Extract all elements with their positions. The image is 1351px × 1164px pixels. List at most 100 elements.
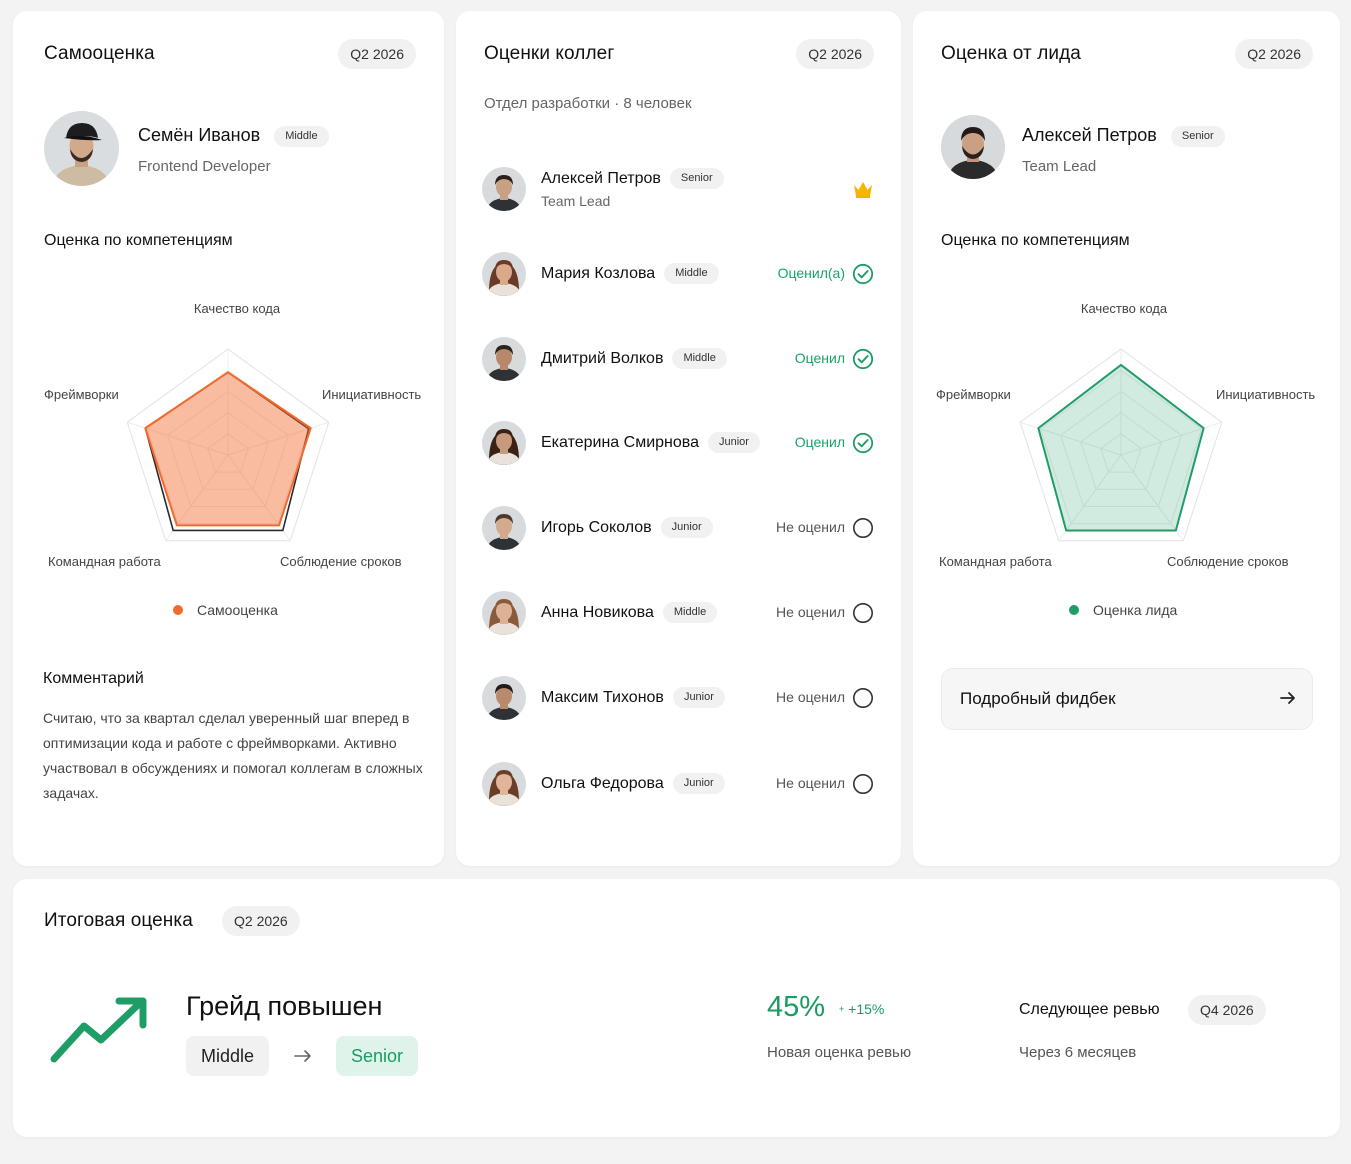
peer-role: Team Lead [541,193,611,209]
radar-axis-label: Соблюдение сроков [1167,554,1289,569]
peer-name-text: Максим Тихонов [541,689,664,706]
peer-row[interactable]: Игорь Соколов Junior Не оценил [456,498,901,558]
check-circle-icon [852,432,874,454]
radar-axis-label: Качество кода [1081,301,1168,316]
peer-name: Анна Новикова Middle [541,602,718,623]
card-title: Самооценка [44,43,155,64]
crown-icon [852,178,874,200]
peer-name-text: Мария Козлова [541,265,656,282]
peer-row[interactable]: Ольга Федорова Junior Не оценил [456,754,901,814]
peer-status: Не оценил [776,519,845,535]
radar-axis-label: Инициативность [1216,387,1315,402]
grade-title: Грейд повышен [186,991,383,1021]
level-badge: Middle [662,602,718,623]
profile-role: Team Lead [1022,158,1097,175]
peer-row[interactable]: Дмитрий Волков Middle Оценил [456,329,901,389]
peer-name-text: Алексей Петров [541,170,661,187]
peer-status: Не оценил [776,775,845,791]
avatar [941,115,1005,179]
grade-from-badge: Middle [186,1036,270,1076]
peer-name: Алексей Петров Senior [541,168,724,189]
avatar [482,591,526,635]
peer-name: Мария Козлова Middle [541,263,719,284]
avatar [482,762,526,806]
radar-axis-label: Командная работа [48,554,161,569]
card-title: Итоговая оценка [44,910,193,931]
quarter-badge: Q2 2026 [1235,39,1313,69]
review-score-label: Новая оценка ревью [767,1044,912,1061]
next-review-quarter: Q4 2026 [1188,995,1266,1025]
level-badge: Junior [707,432,760,453]
profile-name: Алексей Петров Senior [1022,125,1225,147]
radar-axis-label: Фреймворки [44,387,119,402]
peer-name-text: Екатерина Смирнова [541,434,699,451]
profile-name-text: Алексей Петров [1022,125,1157,145]
peer-reviews-card: Оценки коллег Q2 2026 Отдел разработки ·… [456,11,901,866]
peer-name-text: Дмитрий Волков [541,350,664,367]
peer-status: Не оценил [776,604,845,620]
avatar [482,337,526,381]
arrow-right-icon [293,1047,313,1070]
next-review-subtitle: Через 6 месяцев [1019,1044,1137,1061]
radar-axis-label: Фреймворки [936,387,1011,402]
quarter-badge: Q2 2026 [796,39,874,69]
competencies-title: Оценка по компетенциям [44,232,233,249]
level-badge: Junior [672,687,725,708]
comment-title: Комментарий [43,670,144,687]
chart-legend: Оценка лида [1069,602,1177,618]
level-badge: Middle [664,263,719,284]
final-assessment-card: Итоговая оценка Q2 2026 Грейд повышен Mi… [13,879,1340,1137]
legend-dot [1069,605,1079,615]
legend-dot [173,605,183,615]
peer-name: Максим Тихонов Junior [541,687,725,708]
peer-status: Оценил [794,434,845,450]
review-score-delta-text: +15% [848,1001,885,1017]
legend-label: Оценка лида [1093,602,1178,618]
peer-row[interactable]: Анна Новикова Middle Не оценил [456,583,901,643]
level-badge: Middle [672,348,727,369]
peer-row[interactable]: Екатерина Смирнова Junior Оценил [456,413,901,473]
avatar [44,111,119,186]
empty-circle-icon [852,773,874,795]
avatar [482,421,526,465]
chart-legend: Самооценка [173,602,278,618]
competencies-title: Оценка по компетенциям [941,232,1130,249]
level-badge: Senior [669,168,724,189]
peer-name: Игорь Соколов Junior [541,517,713,538]
peer-name: Ольга Федорова Junior [541,773,725,794]
peer-name-text: Анна Новикова [541,604,654,621]
radar-chart-self: Качество кода Инициативность Соблюдение ср… [44,301,421,569]
peer-name-text: Игорь Соколов [541,519,652,536]
level-badge: Junior [672,773,725,794]
radar-axis-label: Инициативность [322,387,421,402]
profile-name-text: Семён Иванов [138,125,261,145]
detailed-feedback-button[interactable]: Подробный фидбек [941,668,1313,730]
legend-label: Самооценка [197,602,278,618]
peer-status: Оценил(а) [777,265,845,281]
department-subtitle: Отдел разработки · 8 человек [484,95,692,112]
quarter-badge: Q2 2026 [338,39,416,69]
peer-name: Дмитрий Волков Middle [541,348,727,369]
radar-series-area [1037,363,1205,532]
feedback-button-label: Подробный фидбек [960,689,1116,708]
level-badge: Junior [660,517,713,538]
grade-to-badge: Senior [336,1036,419,1076]
radar-chart-lead: Качество кода Инициативность Соблюдение ср… [936,301,1315,569]
avatar [482,506,526,550]
peer-row[interactable]: Мария Козлова Middle Оценил(а) [456,244,901,304]
peer-row[interactable]: Максим Тихонов Junior Не оценил [456,668,901,728]
check-circle-icon [852,263,874,285]
level-badge: Senior [1170,126,1225,147]
radar-axis-label: Соблюдение сроков [280,554,402,569]
radar-axis-label: Командная работа [939,554,1052,569]
review-score: 45% [767,991,826,1023]
peer-row[interactable]: Алексей Петров Senior Team Lead [456,159,901,219]
avatar [482,252,526,296]
level-badge: Middle [274,126,329,147]
comment-text: Считаю, что за квартал сделал уверенный … [43,710,423,801]
avatar [482,676,526,720]
empty-circle-icon [852,517,874,539]
empty-circle-icon [852,687,874,709]
profile-role: Frontend Developer [138,158,271,175]
card-title: Оценка от лида [941,43,1081,64]
